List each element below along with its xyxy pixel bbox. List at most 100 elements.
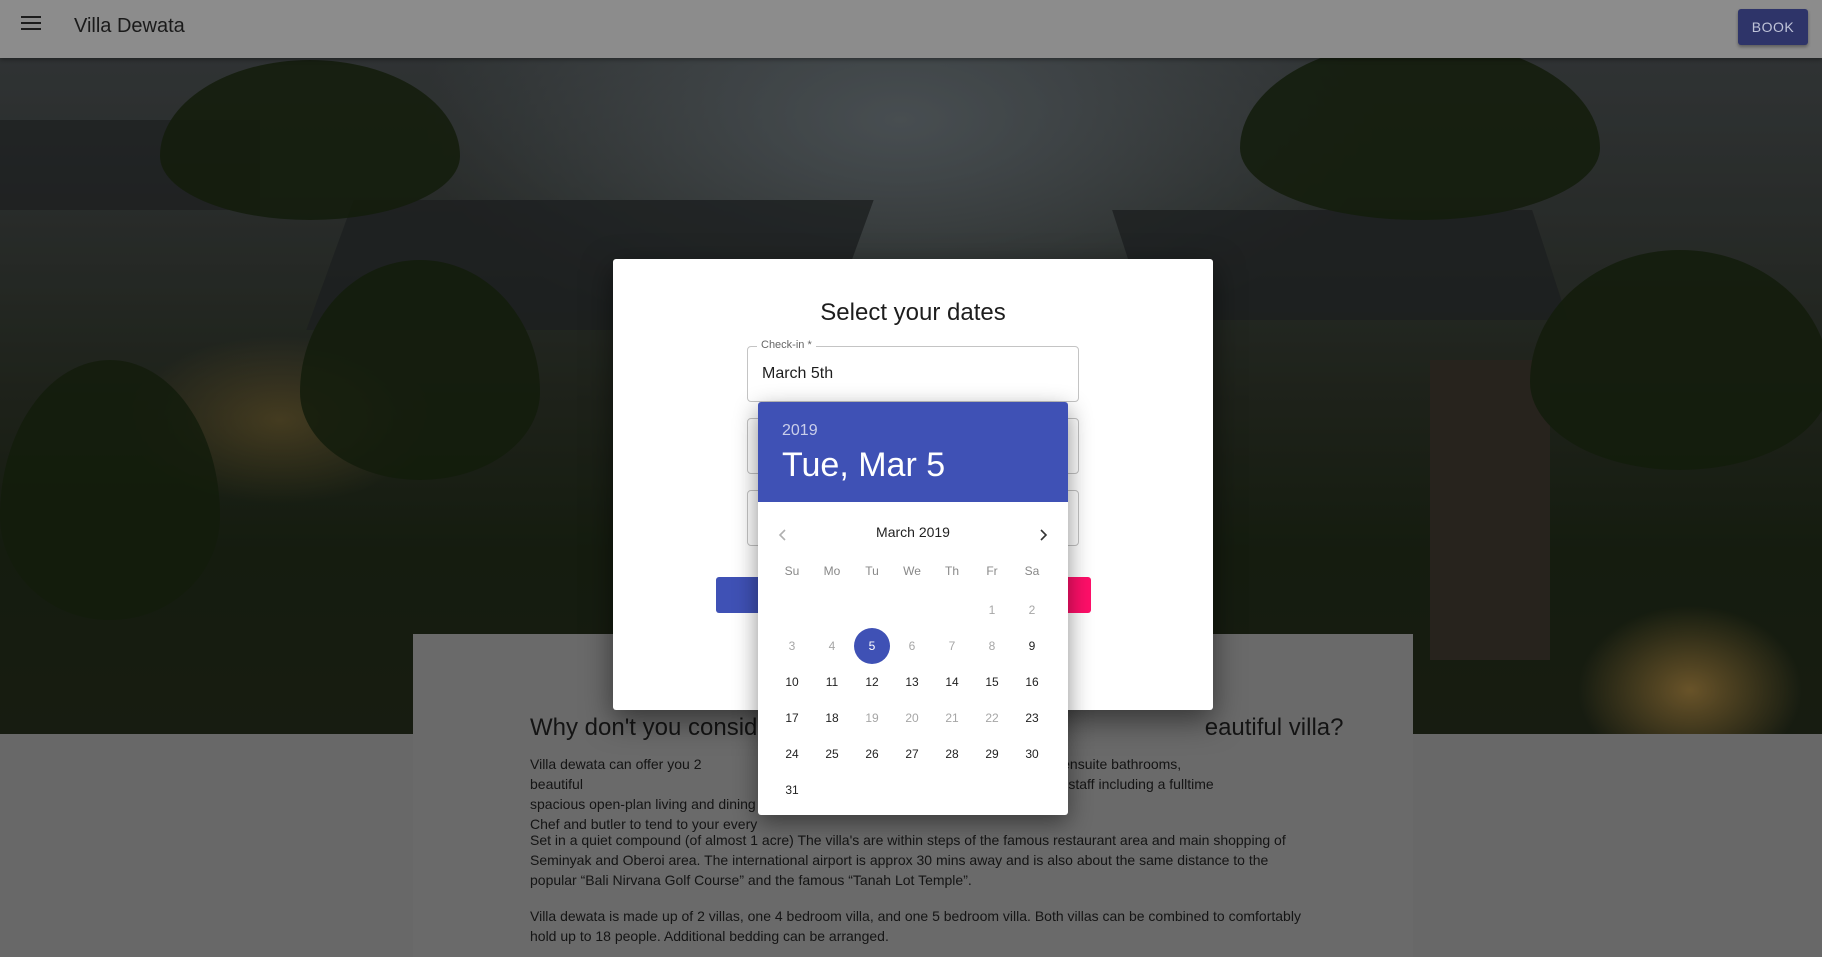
calendar-day: 22: [972, 700, 1012, 736]
calendar-empty-cell: [972, 772, 1012, 808]
calendar-day[interactable]: 12: [852, 664, 892, 700]
calendar-day-number: 5: [868, 639, 876, 653]
calendar-day-number: 26: [865, 747, 879, 761]
picker-selected-date: Tue, Mar 5: [782, 446, 946, 484]
calendar-day-number: 21: [945, 711, 959, 725]
calendar-day-number: 20: [905, 711, 919, 725]
calendar-day-number: 12: [865, 675, 879, 689]
calendar-day-number: 22: [985, 711, 999, 725]
weekday-label: Mo: [823, 564, 841, 578]
app-bar: Villa Dewata BOOK: [0, 0, 1822, 58]
calendar-day-number: 3: [788, 639, 796, 653]
calendar-day[interactable]: 24: [772, 736, 812, 772]
checkin-field[interactable]: Check-in * March 5th: [747, 339, 1079, 402]
dialog-title: Select your dates: [820, 299, 1006, 326]
calendar-day[interactable]: 26: [852, 736, 892, 772]
calendar-grid: 1 2 3 4 5 6 7 8 9 10 11 12 13 14 15 16 17 18 19 20 21 22 23 24 2…: [772, 592, 1052, 808]
calendar-day[interactable]: 29: [972, 736, 1012, 772]
calendar-day-number: 8: [988, 639, 996, 653]
calendar-day: 4: [812, 628, 852, 664]
calendar-empty-cell: [932, 592, 972, 628]
calendar-day[interactable]: 30: [1012, 736, 1052, 772]
weekday-label: We: [903, 564, 921, 578]
calendar-empty-cell: [812, 772, 852, 808]
calendar-day: 1: [972, 592, 1012, 628]
calendar-week: 31: [772, 772, 1052, 808]
calendar-day-number: 6: [908, 639, 916, 653]
calendar-day-number: 31: [785, 783, 799, 797]
calendar-day[interactable]: 17: [772, 700, 812, 736]
calendar-empty-cell: [812, 592, 852, 628]
chevron-right-icon[interactable]: [1028, 520, 1058, 550]
calendar-day[interactable]: 25: [812, 736, 852, 772]
calendar-empty-cell: [852, 772, 892, 808]
calendar-day-number: 28: [945, 747, 959, 761]
calendar-day: 21: [932, 700, 972, 736]
calendar-week: 12: [772, 592, 1052, 628]
calendar-day[interactable]: 11: [812, 664, 852, 700]
checkin-label: Check-in *: [757, 339, 816, 351]
calendar-day[interactable]: 31: [772, 772, 812, 808]
calendar-day-number: 29: [985, 747, 999, 761]
calendar-day[interactable]: 10: [772, 664, 812, 700]
calendar-day-selected[interactable]: 5: [852, 628, 892, 664]
book-button[interactable]: BOOK: [1738, 9, 1808, 45]
calendar-day[interactable]: 28: [932, 736, 972, 772]
calendar-day-number: 23: [1025, 711, 1039, 725]
calendar-day-number: 14: [945, 675, 959, 689]
calendar-day: 3: [772, 628, 812, 664]
weekday-header: Su Mo Tu We Th Fr Sa: [772, 564, 1052, 578]
calendar-day-number: 27: [905, 747, 919, 761]
calendar-day: 8: [972, 628, 1012, 664]
calendar-day-number: 4: [828, 639, 836, 653]
calendar-empty-cell: [1012, 772, 1052, 808]
weekday-label: Fr: [986, 564, 998, 578]
calendar-empty-cell: [892, 772, 932, 808]
calendar-day-number: 9: [1028, 639, 1036, 653]
calendar-day-number: 30: [1025, 747, 1039, 761]
calendar-day-number: 18: [825, 711, 839, 725]
calendar-day-number: 25: [825, 747, 839, 761]
calendar-day-number: 16: [1025, 675, 1039, 689]
app-title: Villa Dewata: [74, 15, 185, 37]
calendar-week: 24 25 26 27 28 29 30: [772, 736, 1052, 772]
calendar-day: 19: [852, 700, 892, 736]
calendar-day-number: 19: [865, 711, 879, 725]
menu-icon[interactable]: [21, 16, 41, 32]
calendar-day[interactable]: 23: [1012, 700, 1052, 736]
calendar-day[interactable]: 9: [1012, 628, 1052, 664]
calendar-day[interactable]: 14: [932, 664, 972, 700]
calendar-day: 6: [892, 628, 932, 664]
calendar-day-number: 1: [988, 603, 996, 617]
weekday-label: Su: [784, 564, 800, 578]
calendar-empty-cell: [852, 592, 892, 628]
calendar-day-number: 15: [985, 675, 999, 689]
month-label: March 2019: [876, 524, 950, 540]
calendar-day[interactable]: 13: [892, 664, 932, 700]
calendar-day: 20: [892, 700, 932, 736]
date-picker: 2019 Tue, Mar 5 March 2019 Su Mo Tu We Th Fr S…: [758, 402, 1068, 815]
calendar-day-number: 24: [785, 747, 799, 761]
date-picker-header: 2019 Tue, Mar 5: [758, 402, 1068, 502]
calendar-day[interactable]: 27: [892, 736, 932, 772]
calendar-day[interactable]: 16: [1012, 664, 1052, 700]
calendar-day-number: 17: [785, 711, 799, 725]
calendar-day-number: 13: [905, 675, 919, 689]
calendar-day: 2: [1012, 592, 1052, 628]
calendar-day[interactable]: 18: [812, 700, 852, 736]
calendar-day-number: 2: [1028, 603, 1036, 617]
weekday-label: Tu: [865, 564, 879, 578]
picker-year[interactable]: 2019: [782, 422, 818, 440]
calendar-day-number: 10: [785, 675, 799, 689]
weekday-label: Sa: [1024, 564, 1040, 578]
calendar-week: 3 4 5 6 7 8 9: [772, 628, 1052, 664]
calendar-day: 7: [932, 628, 972, 664]
calendar-day-number: 11: [825, 675, 839, 689]
calendar-empty-cell: [772, 592, 812, 628]
weekday-label: Th: [944, 564, 959, 578]
calendar-empty-cell: [932, 772, 972, 808]
calendar-week: 17 18 19 20 21 22 23: [772, 700, 1052, 736]
calendar-day[interactable]: 15: [972, 664, 1012, 700]
calendar-day-number: 7: [948, 639, 956, 653]
calendar-empty-cell: [892, 592, 932, 628]
